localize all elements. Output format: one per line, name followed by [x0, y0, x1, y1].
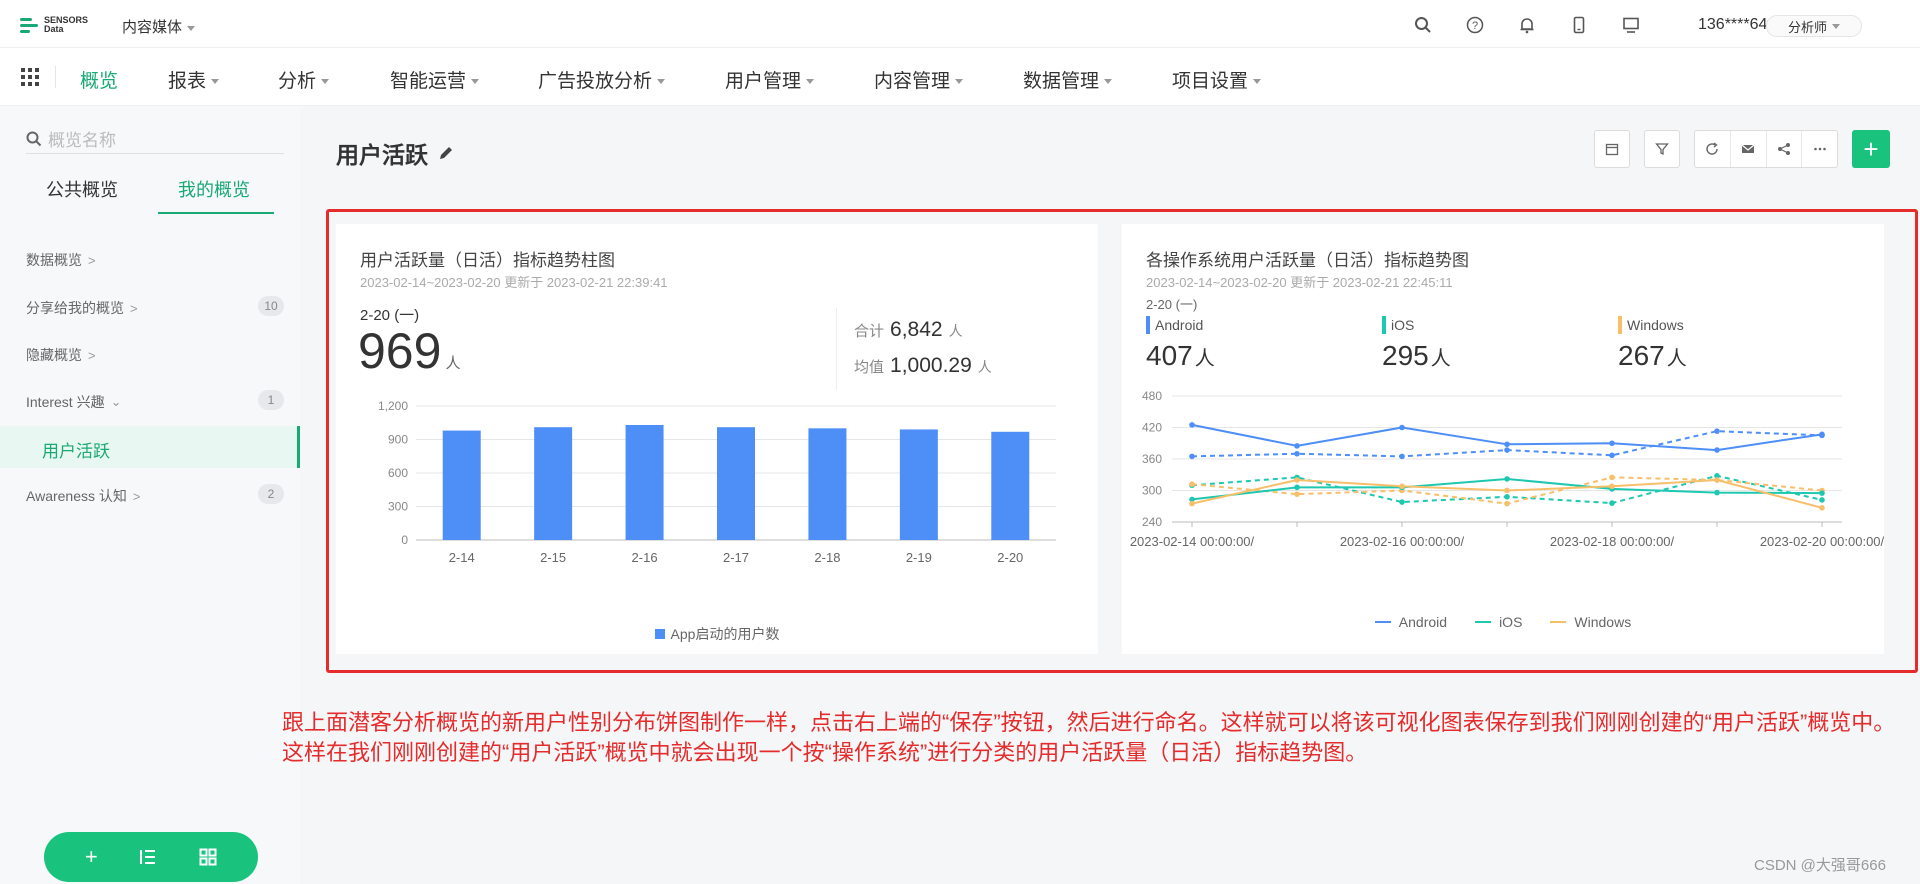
svg-text:?: ?: [1472, 20, 1478, 32]
chevron-down-icon: [806, 79, 815, 85]
sidebar-item-hidden[interactable]: 隐藏概览 >: [26, 345, 96, 365]
refresh-icon: [1706, 142, 1719, 155]
more-icon: [1813, 147, 1826, 151]
chevron-down-icon: [1832, 23, 1840, 29]
plus-icon: +: [1863, 133, 1879, 164]
tab-public-overview[interactable]: 公共概览: [46, 176, 118, 202]
nav-divider: [55, 66, 56, 88]
chevron-right-icon: >: [132, 488, 141, 504]
top-bar: SENSORS Data 内容媒体 ? 136****6430 分析师: [0, 0, 1920, 48]
project-name: 内容媒体: [122, 19, 183, 36]
nav-item-project-settings[interactable]: 项目设置: [1172, 66, 1262, 93]
chevron-right-icon: >: [88, 252, 96, 268]
sort-list-icon[interactable]: [139, 848, 157, 866]
add-icon[interactable]: +: [85, 844, 98, 870]
calendar-icon: [1605, 143, 1619, 156]
sidebar-item-label: Interest 兴趣: [26, 394, 105, 410]
share-icon: [1777, 143, 1790, 155]
highlight-box: [326, 209, 1918, 673]
role-selector[interactable]: 分析师: [1766, 15, 1862, 37]
nav-item-user-mgmt[interactable]: 用户管理: [725, 66, 815, 93]
tab-my-overview[interactable]: 我的概览: [178, 176, 250, 202]
nav-label: 数据管理: [1023, 71, 1100, 92]
nav-item-data-mgmt[interactable]: 数据管理: [1023, 66, 1113, 93]
email-button[interactable]: [1731, 131, 1767, 167]
role-label: 分析师: [1787, 19, 1827, 35]
chevron-down-icon: ⌄: [110, 394, 122, 409]
page-title-text: 用户活跃: [336, 142, 428, 168]
count-badge: 2: [258, 484, 284, 504]
floating-action-bar: +: [44, 832, 258, 882]
chevron-down-icon: [187, 25, 196, 31]
logo-line2: Data: [44, 24, 64, 34]
sidebar: 概览名称 公共概览 我的概览 数据概览 > 分享给我的概览 > 10 隐藏概览 > I…: [0, 106, 300, 884]
search-placeholder: 概览名称: [48, 131, 116, 150]
add-chart-button[interactable]: +: [1852, 130, 1890, 168]
chevron-right-icon: >: [88, 347, 96, 363]
bell-icon[interactable]: [1516, 14, 1538, 36]
chevron-down-icon: [1104, 79, 1113, 85]
nav-label: 广告投放分析: [538, 71, 653, 92]
chevron-down-icon: [471, 79, 480, 85]
count-badge: 10: [258, 296, 284, 316]
nav-label: 概览: [80, 71, 119, 92]
nav-label: 报表: [168, 71, 207, 92]
chevron-down-icon: [211, 79, 220, 85]
sidebar-item-label: 隐藏概览: [26, 347, 82, 363]
more-button[interactable]: [1802, 131, 1837, 167]
nav-label: 用户管理: [725, 71, 802, 92]
nav-item-smart-ops[interactable]: 智能运营: [390, 66, 480, 93]
mail-icon: [1741, 144, 1755, 153]
sidebar-item-awareness[interactable]: Awareness 认知 >: [26, 486, 141, 506]
chevron-down-icon: [657, 79, 666, 85]
refresh-button[interactable]: [1695, 131, 1731, 167]
active-tab-indicator: [158, 212, 274, 214]
nav-label: 智能运营: [390, 71, 467, 92]
sidebar-item-user-activity[interactable]: 用户活跃: [0, 426, 300, 468]
nav-label: 分析: [278, 71, 317, 92]
sidebar-item-label: 数据概览: [26, 252, 82, 268]
sidebar-item-label: Awareness 认知: [26, 488, 127, 504]
nav-item-overview[interactable]: 概览: [80, 66, 118, 93]
search-icon: [26, 131, 42, 146]
count-badge: 1: [258, 390, 284, 410]
edit-pencil-icon[interactable]: [438, 145, 454, 161]
sidebar-item-shared-with-me[interactable]: 分享给我的概览 >: [26, 298, 138, 318]
logo[interactable]: SENSORS Data: [20, 14, 88, 36]
main-nav: 概览 报表 分析 智能运营 广告投放分析 用户管理 内容管理 数据管理 项目设置: [0, 48, 1920, 106]
chevron-down-icon: [1253, 79, 1262, 85]
search-input[interactable]: 概览名称: [26, 124, 284, 154]
filter-button[interactable]: [1644, 130, 1680, 168]
monitor-icon[interactable]: [1620, 14, 1642, 36]
watermark: CSDN @大强哥666: [1754, 857, 1886, 874]
nav-item-analysis[interactable]: 分析: [278, 66, 330, 93]
chevron-down-icon: [955, 79, 964, 85]
sidebar-item-data-overview[interactable]: 数据概览 >: [26, 250, 96, 270]
mobile-icon[interactable]: [1568, 14, 1590, 36]
nav-item-ad-analysis[interactable]: 广告投放分析: [538, 66, 666, 93]
share-button[interactable]: [1767, 131, 1803, 167]
grid-layout-icon[interactable]: [199, 848, 217, 866]
help-icon[interactable]: ?: [1464, 14, 1486, 36]
logo-icon: [20, 14, 38, 36]
annotation-text: 跟上面潜客分析概览的新用户性别分布饼图制作一样，点击右上端的“保存”按钮，然后进…: [282, 710, 1896, 765]
sidebar-item-label: 分享给我的概览: [26, 300, 124, 316]
nav-item-content-mgmt[interactable]: 内容管理: [874, 66, 964, 93]
calendar-button[interactable]: [1594, 130, 1630, 168]
nav-item-reports[interactable]: 报表: [168, 66, 220, 93]
nav-label: 内容管理: [874, 71, 951, 92]
filter-icon: [1655, 143, 1669, 156]
sidebar-item-label: 用户活跃: [42, 442, 110, 461]
apps-grid-icon[interactable]: [20, 67, 40, 92]
chevron-down-icon: [321, 79, 330, 85]
toolbar-group: [1694, 130, 1838, 168]
search-icon[interactable]: [1412, 14, 1434, 36]
nav-label: 项目设置: [1172, 71, 1249, 92]
sidebar-item-interest[interactable]: Interest 兴趣 ⌄: [26, 392, 122, 412]
page-title: 用户活跃: [336, 136, 454, 170]
project-selector[interactable]: 内容媒体: [122, 16, 196, 37]
chevron-right-icon: >: [130, 300, 138, 316]
